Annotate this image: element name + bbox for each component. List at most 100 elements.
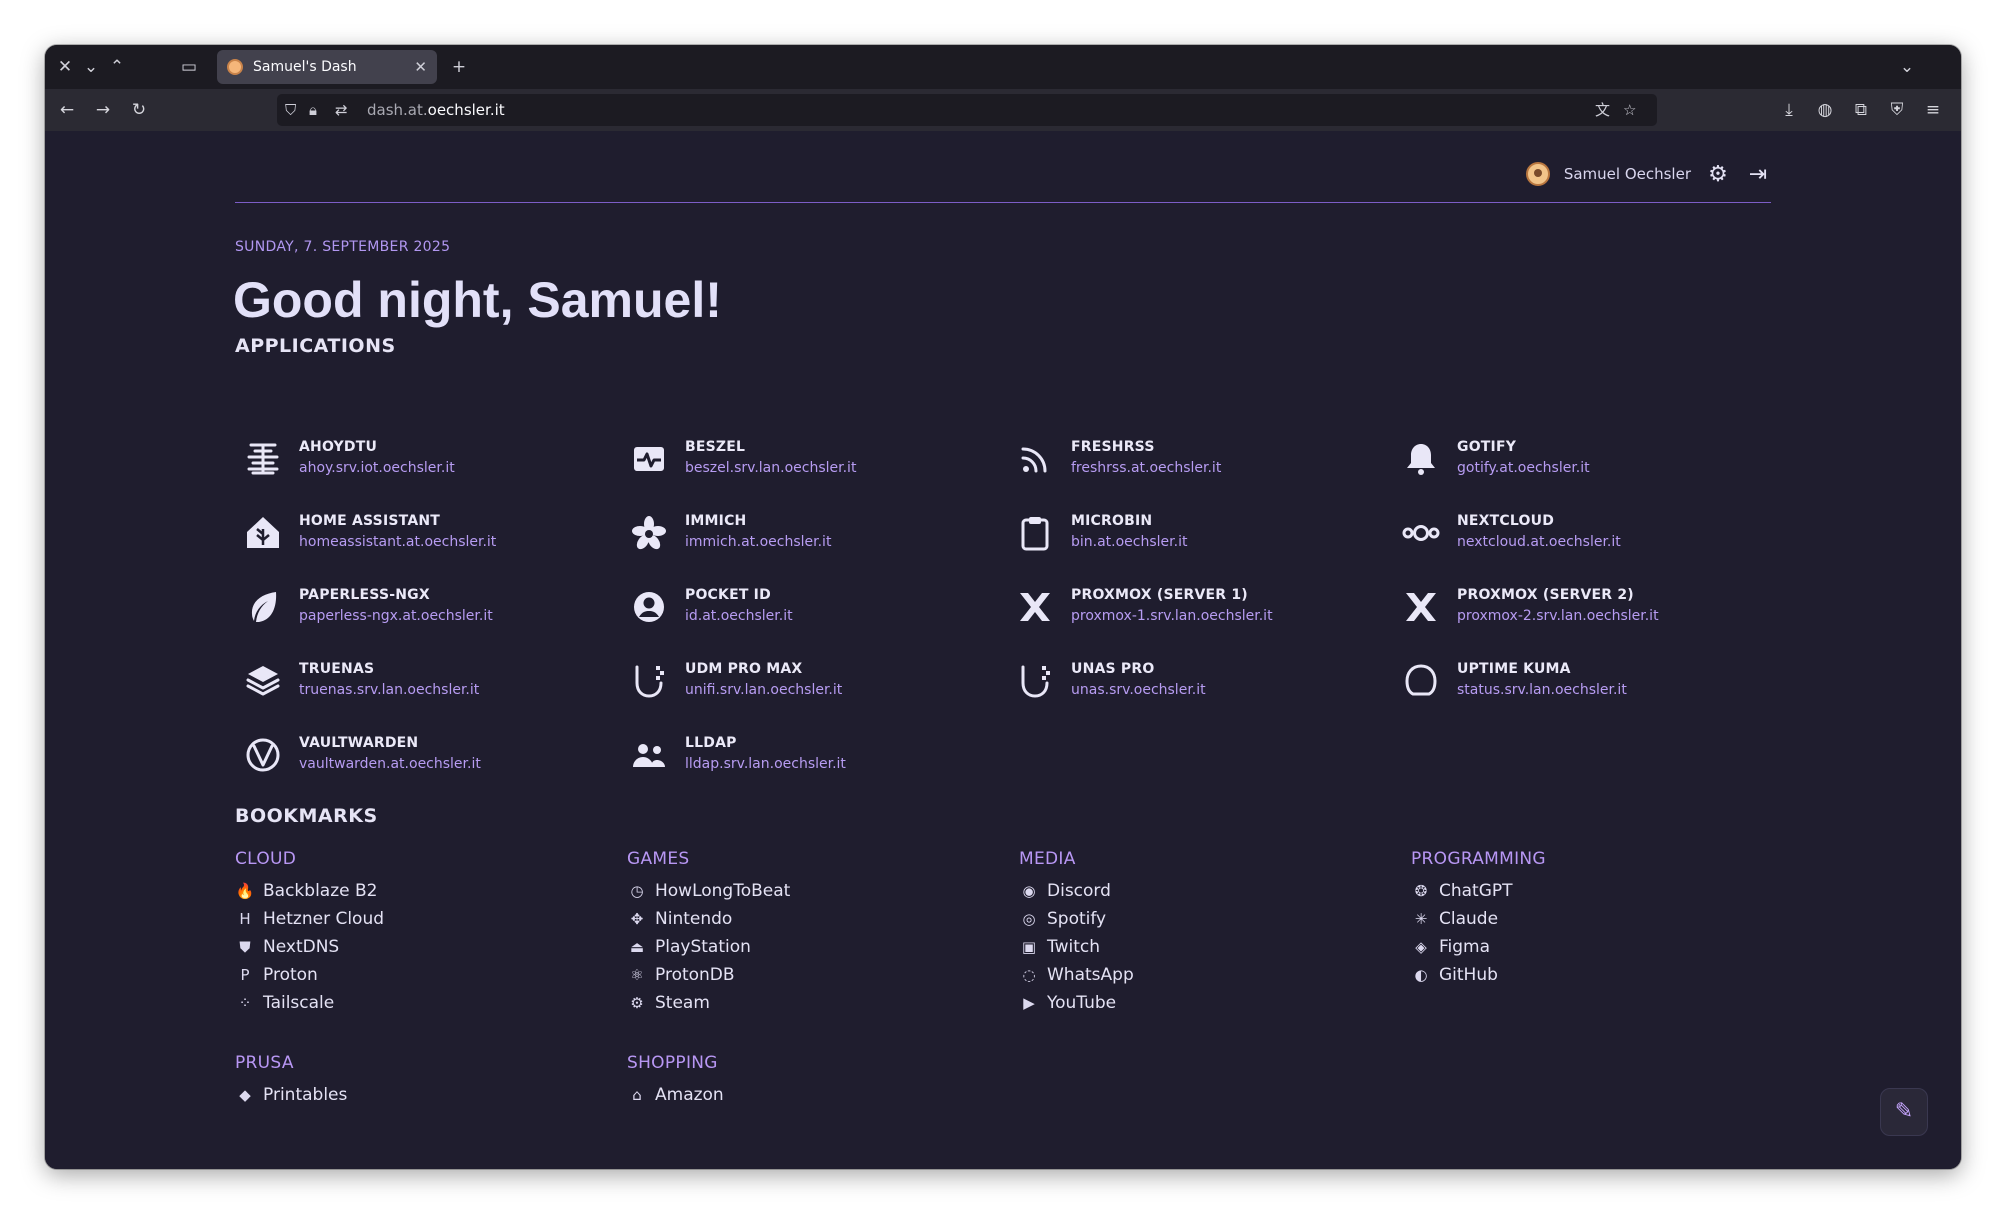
claude-icon: ✳ bbox=[1414, 910, 1428, 928]
app-url[interactable]: unifi.srv.lan.oechsler.it bbox=[685, 682, 842, 698]
bookmark-group-shopping: SHOPPING ⌂ Amazon bbox=[627, 1053, 1007, 1109]
edit-button[interactable]: ✎ bbox=[1880, 1088, 1928, 1136]
app-url[interactable]: proxmox-2.srv.lan.oechsler.it bbox=[1457, 608, 1659, 624]
bookmark-hetzner-cloud[interactable]: H Hetzner Cloud bbox=[235, 905, 615, 933]
app-tile-beszel[interactable]: BESZEL beszel.srv.lan.oechsler.it bbox=[621, 431, 1001, 487]
tab-overview-icon[interactable]: ▭ bbox=[177, 55, 201, 79]
app-tile-paperless-ngx[interactable]: PAPERLESS-NGX paperless-ngx.at.oechsler.i… bbox=[235, 579, 615, 635]
new-tab-button[interactable]: + bbox=[447, 55, 471, 79]
flame-icon: 🔥 bbox=[235, 882, 255, 900]
app-tile-truenas[interactable]: TRUENAS truenas.srv.lan.oechsler.it bbox=[235, 653, 615, 709]
bookmark-playstation[interactable]: ⏏ PlayStation bbox=[627, 933, 1007, 961]
app-url[interactable]: immich.at.oechsler.it bbox=[685, 534, 831, 550]
app-tile-udm-pro-max[interactable]: UDM PRO MAX unifi.srv.lan.oechsler.it bbox=[621, 653, 1001, 709]
bookmark-youtube[interactable]: ▶ YouTube bbox=[1019, 989, 1399, 1017]
logout-icon[interactable]: ⇥ bbox=[1745, 162, 1771, 187]
app-tile-proxmox-server-2[interactable]: PROXMOX (SERVER 2) proxmox-2.srv.lan.oech… bbox=[1393, 579, 1773, 635]
app-url[interactable]: vaultwarden.at.oechsler.it bbox=[299, 756, 481, 772]
discord-icon: ◉ bbox=[1022, 882, 1036, 900]
app-tile-lldap[interactable]: LLDAP lldap.srv.lan.oechsler.it bbox=[621, 727, 1001, 783]
permissions-icon[interactable]: ⇄ bbox=[335, 94, 348, 126]
bookmark-tailscale[interactable]: ⁘ Tailscale bbox=[235, 989, 615, 1017]
tab-samuels-dash[interactable]: Samuel's Dash ✕ bbox=[217, 50, 437, 84]
bookmark-group-prusa: PRUSA ◆ Printables bbox=[235, 1053, 615, 1109]
bookmark-github[interactable]: ◐ GitHub bbox=[1411, 961, 1791, 989]
app-url[interactable]: status.srv.lan.oechsler.it bbox=[1457, 682, 1627, 698]
bookmark-star-icon[interactable]: ☆ bbox=[1623, 94, 1636, 126]
app-url[interactable]: nextcloud.at.oechsler.it bbox=[1457, 534, 1621, 550]
app-tile-unas-pro[interactable]: UNAS PRO unas.srv.oechsler.it bbox=[1007, 653, 1387, 709]
bookmark-figma[interactable]: ◈ Figma bbox=[1411, 933, 1791, 961]
app-tile-proxmox-server-1[interactable]: PROXMOX (SERVER 1) proxmox-1.srv.lan.oech… bbox=[1007, 579, 1387, 635]
gear-icon[interactable]: ⚙ bbox=[1705, 162, 1731, 187]
close-window-icon[interactable]: ✕ bbox=[53, 55, 77, 79]
bookmark-chatgpt[interactable]: ❂ ChatGPT bbox=[1411, 877, 1791, 905]
bookmark-spotify[interactable]: ◎ Spotify bbox=[1019, 905, 1399, 933]
app-name: POCKET ID bbox=[685, 587, 771, 603]
user-name[interactable]: Samuel Oechsler bbox=[1564, 165, 1691, 183]
bitwarden-icon[interactable]: ⛨ bbox=[1885, 98, 1909, 122]
app-url[interactable]: freshrss.at.oechsler.it bbox=[1071, 460, 1221, 476]
url-bar[interactable]: ⛉ 🔒︎ ⇄ dash.at.oechsler.it 文 ☆ bbox=[277, 94, 1657, 126]
app-url[interactable]: ahoy.srv.iot.oechsler.it bbox=[299, 460, 455, 476]
proxmox-icon bbox=[1015, 587, 1055, 627]
app-tile-vaultwarden[interactable]: VAULTWARDEN vaultwarden.at.oechsler.it bbox=[235, 727, 615, 783]
app-url[interactable]: lldap.srv.lan.oechsler.it bbox=[685, 756, 846, 772]
bookmark-claude[interactable]: ✳ Claude bbox=[1411, 905, 1791, 933]
app-tile-freshrss[interactable]: FRESHRSS freshrss.at.oechsler.it bbox=[1007, 431, 1387, 487]
app-tile-home-assistant[interactable]: HOME ASSISTANT homeassistant.at.oechsler.… bbox=[235, 505, 615, 561]
bookmark-label: Discord bbox=[1047, 881, 1111, 901]
bookmark-howlongtobeat[interactable]: ◷ HowLongToBeat bbox=[627, 877, 1007, 905]
bookmark-twitch[interactable]: ▣ Twitch bbox=[1019, 933, 1399, 961]
menu-icon[interactable]: ≡ bbox=[1921, 98, 1945, 122]
bookmark-label: PlayStation bbox=[655, 937, 751, 957]
back-icon[interactable]: ← bbox=[55, 98, 79, 122]
bookmark-discord[interactable]: ◉ Discord bbox=[1019, 877, 1399, 905]
app-tile-nextcloud[interactable]: NEXTCLOUD nextcloud.at.oechsler.it bbox=[1393, 505, 1773, 561]
bookmark-backblaze-b2[interactable]: 🔥 Backblaze B2 bbox=[235, 877, 615, 905]
tracking-shield-icon[interactable]: ⛉ bbox=[285, 94, 296, 126]
bookmark-whatsapp[interactable]: ◌ WhatsApp bbox=[1019, 961, 1399, 989]
app-tile-ahoydtu[interactable]: AHOYDTU ahoy.srv.iot.oechsler.it bbox=[235, 431, 615, 487]
app-url[interactable]: unas.srv.oechsler.it bbox=[1071, 682, 1206, 698]
tab-list-chevron-icon[interactable]: ⌄ bbox=[1895, 55, 1919, 79]
bookmark-label: ChatGPT bbox=[1439, 881, 1513, 901]
app-url[interactable]: truenas.srv.lan.oechsler.it bbox=[299, 682, 479, 698]
translate-icon[interactable]: 文 bbox=[1595, 94, 1610, 126]
downloads-icon[interactable]: ⤓ bbox=[1777, 98, 1801, 122]
bookmark-label: Proton bbox=[263, 965, 318, 985]
bookmark-label: Hetzner Cloud bbox=[263, 909, 385, 929]
lock-icon[interactable]: 🔒︎ bbox=[309, 94, 317, 126]
spotify-icon: ◎ bbox=[1022, 910, 1036, 928]
account-icon[interactable]: ◍ bbox=[1813, 98, 1837, 122]
bookmark-nextdns[interactable]: ⛊ NextDNS bbox=[235, 933, 615, 961]
bookmark-proton[interactable]: P Proton bbox=[235, 961, 615, 989]
bookmark-steam[interactable]: ⚙ Steam bbox=[627, 989, 1007, 1017]
app-tile-microbin[interactable]: MICROBIN bin.at.oechsler.it bbox=[1007, 505, 1387, 561]
app-url[interactable]: homeassistant.at.oechsler.it bbox=[299, 534, 496, 550]
app-tile-uptime-kuma[interactable]: UPTIME KUMA status.srv.lan.oechsler.it bbox=[1393, 653, 1773, 709]
browser-window: ✕ ⌄ ⌃ ▭ Samuel's Dash ✕ + ⌄ ← → ↻ ⛉ 🔒︎ ⇄… bbox=[45, 45, 1961, 1169]
app-tile-gotify[interactable]: GOTIFY gotify.at.oechsler.it bbox=[1393, 431, 1773, 487]
bookmark-label: WhatsApp bbox=[1047, 965, 1134, 985]
bookmark-protondb[interactable]: ⚛ ProtonDB bbox=[627, 961, 1007, 989]
avatar[interactable] bbox=[1525, 162, 1550, 186]
app-url[interactable]: paperless-ngx.at.oechsler.it bbox=[299, 608, 493, 624]
forward-icon[interactable]: → bbox=[91, 98, 115, 122]
app-url[interactable]: bin.at.oechsler.it bbox=[1071, 534, 1187, 550]
app-tile-immich[interactable]: IMMICH immich.at.oechsler.it bbox=[621, 505, 1001, 561]
extensions-icon[interactable]: ⧉ bbox=[1849, 98, 1873, 122]
app-tile-pocket-id[interactable]: POCKET ID id.at.oechsler.it bbox=[621, 579, 1001, 635]
maximize-icon[interactable]: ⌃ bbox=[105, 55, 129, 79]
bookmark-printables[interactable]: ◆ Printables bbox=[235, 1081, 615, 1109]
app-url[interactable]: beszel.srv.lan.oechsler.it bbox=[685, 460, 856, 476]
tab-close-icon[interactable]: ✕ bbox=[414, 50, 427, 84]
app-url[interactable]: gotify.at.oechsler.it bbox=[1457, 460, 1590, 476]
app-url[interactable]: id.at.oechsler.it bbox=[685, 608, 793, 624]
reload-icon[interactable]: ↻ bbox=[127, 98, 151, 122]
bookmark-amazon[interactable]: ⌂ Amazon bbox=[627, 1081, 1007, 1109]
bookmark-nintendo[interactable]: ✥ Nintendo bbox=[627, 905, 1007, 933]
minimize-icon[interactable]: ⌄ bbox=[79, 55, 103, 79]
app-url[interactable]: proxmox-1.srv.lan.oechsler.it bbox=[1071, 608, 1273, 624]
url-text[interactable]: dash.at.oechsler.it bbox=[367, 94, 505, 126]
